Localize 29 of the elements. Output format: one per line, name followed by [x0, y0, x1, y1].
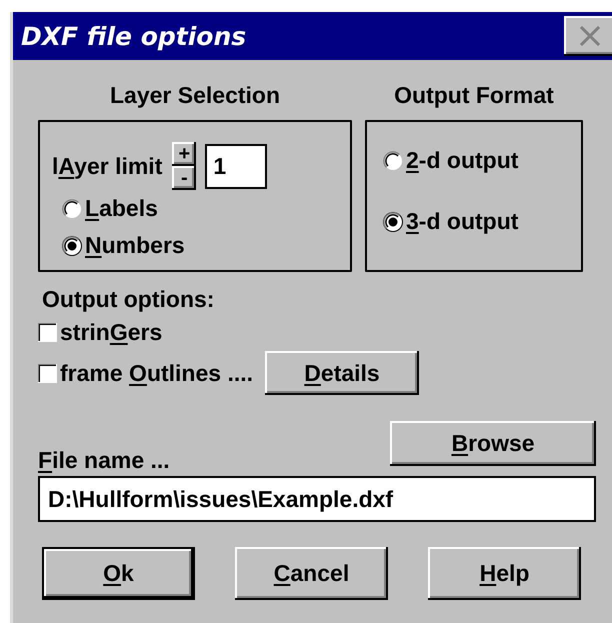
checkbox-label: strinGers [60, 320, 162, 346]
radio-label: Numbers [85, 233, 185, 259]
checkbox[interactable] [38, 364, 57, 383]
radio-label: Labels [85, 196, 158, 222]
radio-button[interactable] [62, 198, 82, 219]
field-label: File name ... [38, 447, 170, 474]
radio-button[interactable] [62, 236, 82, 256]
checkbox[interactable] [38, 323, 57, 342]
layer-limit-field[interactable]: 1 [205, 144, 268, 188]
section-heading: Output options: [42, 286, 216, 314]
radio-button[interactable] [383, 212, 403, 232]
ok-button[interactable]: Ok [42, 547, 195, 600]
close-button[interactable] [564, 16, 612, 56]
radio-label: 2-d output [406, 148, 518, 174]
section-heading: Layer Selection [108, 82, 282, 110]
decrement-button[interactable]: - [172, 166, 196, 190]
radio-label: 3-d output [406, 209, 518, 235]
cancel-button[interactable]: Cancel [235, 547, 388, 600]
increment-button[interactable]: + [172, 142, 196, 166]
close-icon [579, 26, 601, 46]
radio-button[interactable] [383, 150, 403, 171]
field-label: lAyer limit [52, 152, 162, 180]
section-heading: Output Format [393, 82, 555, 110]
details-button[interactable]: Details [265, 351, 420, 396]
help-button[interactable]: Help [428, 547, 581, 600]
file-name-field[interactable]: D:\Hullform\issues\Example.dxf [38, 476, 596, 522]
browse-button[interactable]: Browse [390, 421, 596, 466]
checkbox-label: frame Outlines .... [60, 360, 254, 386]
window-title: DXF file options [21, 22, 246, 50]
